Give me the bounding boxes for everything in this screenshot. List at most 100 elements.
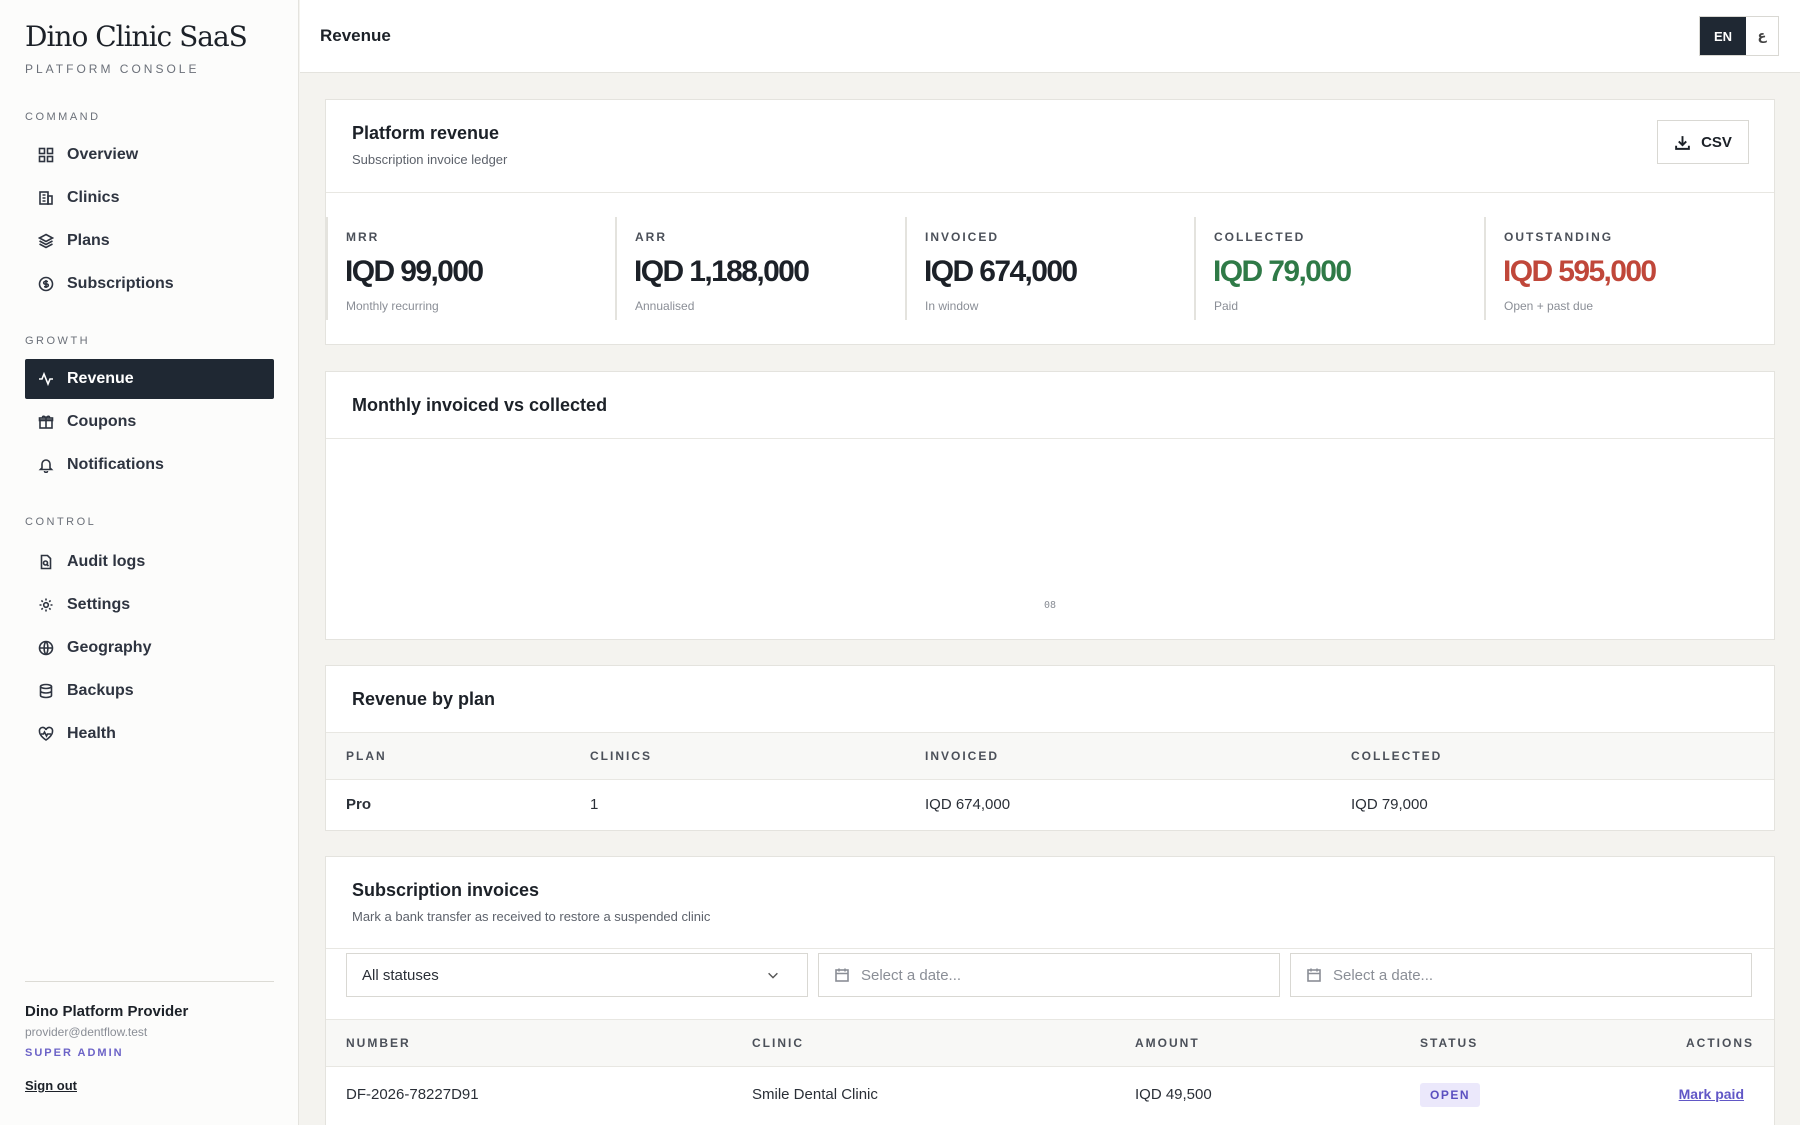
sidebar-item-backups[interactable]: Backups: [25, 671, 274, 711]
sidebar-item-label: Notifications: [67, 456, 164, 473]
kpi-label: ARR: [635, 230, 667, 244]
cell-actions: Mark paid: [1620, 1067, 1774, 1123]
lang-ar-button[interactable]: ع: [1746, 17, 1778, 55]
gear-icon: [37, 596, 55, 614]
sidebar-item-revenue[interactable]: Revenue: [25, 359, 274, 399]
kpi-label: OUTSTANDING: [1504, 230, 1614, 244]
user-email: provider@dentflow.test: [25, 1025, 148, 1039]
col-clinic: CLINIC: [752, 1019, 1135, 1067]
sidebar-item-plans[interactable]: Plans: [25, 221, 274, 261]
col-amount: AMOUNT: [1135, 1019, 1420, 1067]
user-name: Dino Platform Provider: [25, 1003, 189, 1020]
card-divider: [326, 948, 1774, 949]
sidebar-item-clinics[interactable]: Clinics: [25, 178, 274, 218]
date-to-placeholder: Select a date...: [1333, 966, 1434, 984]
revenue-by-plan-card: Revenue by plan PLAN CLINICS INVOICED CO…: [325, 665, 1775, 831]
invoice-table: NUMBER CLINIC AMOUNT STATUS ACTIONS DF-2…: [326, 1019, 1774, 1123]
table-row[interactable]: Pro 1 IQD 674,000 IQD 79,000: [326, 780, 1774, 830]
sidebar-item-audit-logs[interactable]: Audit logs: [25, 542, 274, 582]
download-icon: [1675, 135, 1690, 150]
sidebar-item-health[interactable]: Health: [25, 714, 274, 754]
sidebar-item-coupons[interactable]: Coupons: [25, 402, 274, 442]
globe-icon: [37, 639, 55, 657]
platform-revenue-card: Platform revenue Subscription invoice le…: [325, 99, 1775, 345]
kpi-collected: COLLECTED IQD 79,000 Paid: [1194, 217, 1484, 320]
brand-title: Dino Clinic SaaS: [25, 20, 248, 53]
building-icon: [37, 189, 55, 207]
sidebar-item-label: Backups: [67, 682, 134, 699]
kpi-invoiced: INVOICED IQD 674,000 In window: [905, 217, 1195, 320]
status-filter-value: All statuses: [362, 966, 439, 984]
activity-icon: [37, 370, 55, 388]
sidebar-item-notifications[interactable]: Notifications: [25, 445, 274, 485]
user-role-badge: SUPER ADMIN: [25, 1047, 124, 1059]
monthly-chart-card: Monthly invoiced vs collected 08: [325, 371, 1775, 640]
sidebar: Dino Clinic SaaS PLATFORM CONSOLE COMMAN…: [0, 0, 299, 1125]
layers-icon: [37, 232, 55, 250]
page-title: Revenue: [320, 26, 391, 45]
col-collected: COLLECTED: [1351, 732, 1774, 780]
status-filter-select[interactable]: All statuses: [346, 953, 808, 997]
kpi-arr: ARR IQD 1,188,000 Annualised: [615, 217, 905, 320]
lang-en-button[interactable]: EN: [1700, 17, 1746, 55]
date-from-input[interactable]: Select a date...: [818, 953, 1280, 997]
col-invoiced: INVOICED: [925, 732, 1351, 780]
sidebar-item-label: Geography: [67, 639, 152, 656]
card-subtitle: Subscription invoice ledger: [352, 152, 508, 167]
cell-plan: Pro: [346, 796, 372, 814]
csv-label: CSV: [1701, 133, 1732, 151]
kpi-value: IQD 79,000: [1213, 255, 1352, 288]
table-header-row: PLAN CLINICS INVOICED COLLECTED: [326, 732, 1774, 780]
card-title: Revenue by plan: [352, 689, 496, 709]
sidebar-item-subscriptions[interactable]: Subscriptions: [25, 264, 274, 304]
sidebar-item-geography[interactable]: Geography: [25, 628, 274, 668]
kpi-outstanding: OUTSTANDING IQD 595,000 Open + past due: [1484, 217, 1774, 320]
table-row[interactable]: DF-2026-78227D91 Smile Dental Clinic IQD…: [326, 1067, 1774, 1123]
csv-export-button[interactable]: CSV: [1657, 120, 1749, 164]
cell-invoiced: IQD 674,000: [925, 796, 1011, 814]
sidebar-item-label: Audit logs: [67, 553, 146, 570]
calendar-icon: [1307, 968, 1321, 982]
sidebar-item-settings[interactable]: Settings: [25, 585, 274, 625]
col-plan: PLAN: [326, 732, 590, 780]
chart-title: Monthly invoiced vs collected: [352, 395, 608, 415]
sign-out-link[interactable]: Sign out: [25, 1078, 77, 1093]
grid-icon: [37, 146, 55, 164]
status-badge: OPEN: [1420, 1082, 1481, 1107]
plan-table: PLAN CLINICS INVOICED COLLECTED Pro 1 IQ…: [326, 732, 1774, 830]
sidebar-item-label: Revenue: [67, 370, 134, 387]
kpi-label: COLLECTED: [1214, 230, 1306, 244]
subscription-invoices-card: Subscription invoices Mark a bank transf…: [325, 856, 1775, 1125]
file-search-icon: [37, 553, 55, 571]
col-number: NUMBER: [326, 1019, 752, 1067]
mark-paid-link[interactable]: Mark paid: [1679, 1086, 1744, 1102]
kpi-label: INVOICED: [925, 230, 1000, 244]
card-divider: [326, 192, 1774, 193]
sidebar-item-overview[interactable]: Overview: [25, 135, 274, 175]
nav-section-command: COMMAND: [25, 111, 101, 123]
kpi-value: IQD 99,000: [345, 255, 484, 288]
table-header-row: NUMBER CLINIC AMOUNT STATUS ACTIONS: [326, 1019, 1774, 1067]
sidebar-divider: [25, 981, 274, 982]
chevron-down-icon: [768, 972, 778, 979]
sidebar-item-label: Subscriptions: [67, 275, 174, 292]
cell-clinics: 1: [590, 796, 599, 814]
kpi-note: Open + past due: [1504, 299, 1594, 313]
cell-amount: IQD 49,500: [1135, 1086, 1212, 1104]
cell-number: DF-2026-78227D91: [346, 1086, 479, 1104]
kpi-value: IQD 1,188,000: [634, 255, 810, 288]
kpi-note: Monthly recurring: [346, 299, 439, 313]
brand-subtitle: PLATFORM CONSOLE: [25, 62, 200, 76]
monthly-chart: 08: [1044, 600, 1056, 611]
kpi-value: IQD 674,000: [924, 255, 1078, 288]
sidebar-item-label: Coupons: [67, 413, 137, 430]
sidebar-item-label: Settings: [67, 596, 131, 613]
top-bar: Revenue EN ع: [300, 0, 1800, 73]
x-tick-label: 08: [1044, 600, 1056, 611]
bell-icon: [37, 456, 55, 474]
date-to-input[interactable]: Select a date...: [1290, 953, 1752, 997]
gift-icon: [37, 413, 55, 431]
card-subtitle: Mark a bank transfer as received to rest…: [352, 909, 711, 924]
language-switcher: EN ع: [1699, 16, 1779, 56]
nav-section-growth: GROWTH: [25, 335, 91, 347]
